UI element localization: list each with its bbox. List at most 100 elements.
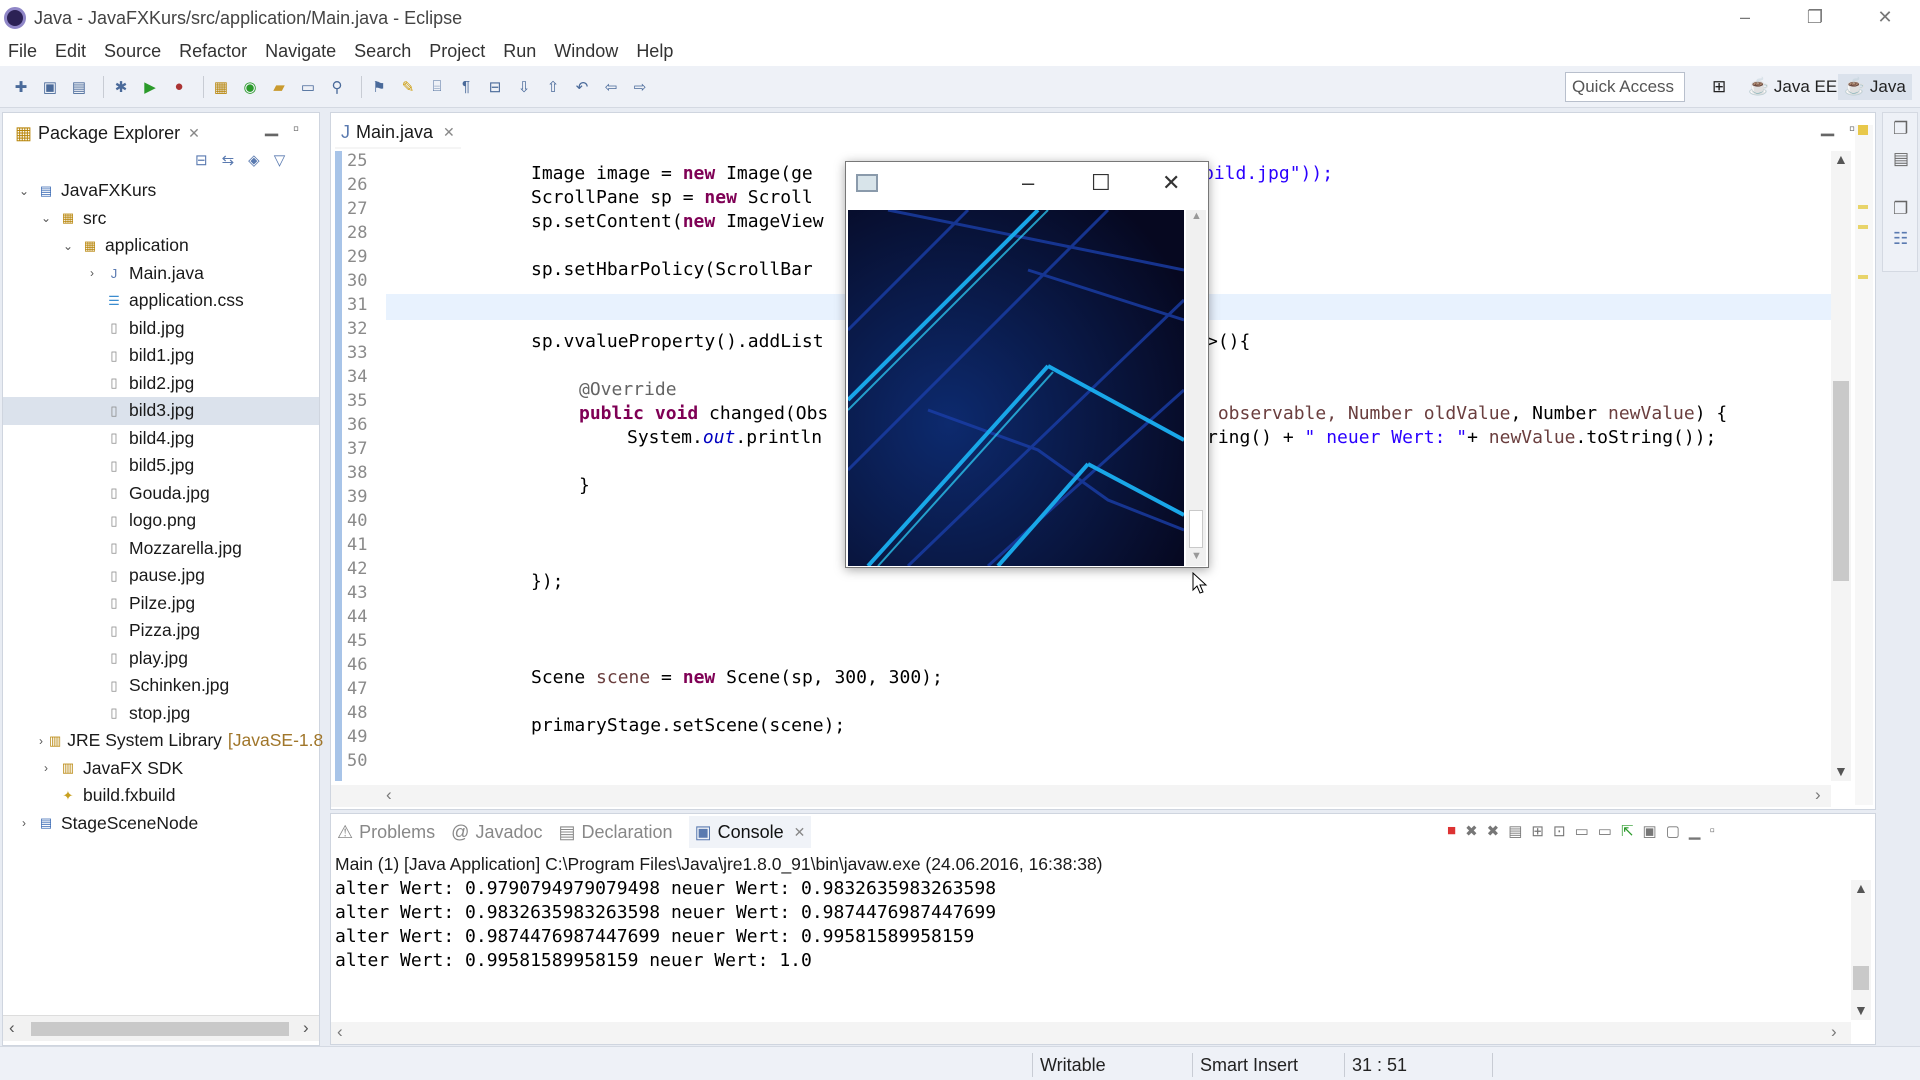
scroll-down-icon[interactable]: ▼ bbox=[1191, 550, 1202, 562]
back-icon[interactable]: ⇦ bbox=[600, 76, 622, 98]
save-all-icon[interactable]: ▤ bbox=[68, 76, 90, 98]
tree-item[interactable]: › ▥ JRE System Library [JavaSE-1.8 bbox=[3, 727, 323, 755]
close-button[interactable]: ✕ bbox=[1850, 0, 1920, 34]
tree-item[interactable]: ▯ Pilze.jpg bbox=[3, 590, 319, 618]
tree-item[interactable]: ▯ stop.jpg bbox=[3, 700, 319, 728]
tab-javadoc[interactable]: @ Javadoc bbox=[451, 816, 542, 848]
scroll-up-icon[interactable]: ▲ bbox=[1191, 210, 1202, 222]
scroll-left-icon[interactable]: ‹ bbox=[9, 1018, 15, 1038]
tab-declaration[interactable]: ▤ Declaration bbox=[559, 816, 673, 848]
editor-vertical-scrollbar[interactable]: ▲ ▼ bbox=[1831, 151, 1851, 781]
block-selection-icon[interactable]: ⌸ bbox=[426, 76, 448, 98]
scroll-thumb[interactable] bbox=[1189, 510, 1203, 548]
open-task-icon[interactable]: ▭ bbox=[297, 76, 319, 98]
scroll-up-icon[interactable]: ▲ bbox=[1834, 151, 1848, 167]
remove-launch-icon[interactable]: ✖ bbox=[1465, 822, 1478, 840]
collapse-all-icon[interactable]: ⊟ bbox=[195, 151, 208, 169]
chevron-right-icon[interactable]: › bbox=[39, 761, 53, 775]
debug-icon[interactable]: ✱ bbox=[110, 76, 132, 98]
restore-icon[interactable]: ❐ bbox=[1893, 199, 1908, 219]
new-class-icon[interactable]: ◉ bbox=[239, 76, 261, 98]
code-line-27-tail[interactable]: bild.jpg")); bbox=[1203, 163, 1333, 184]
code-line-34[interactable]: sp.vvalueProperty().addList bbox=[531, 331, 824, 352]
tree-item[interactable]: ▯ bild.jpg bbox=[3, 315, 319, 343]
close-icon[interactable]: ✕ bbox=[443, 124, 455, 141]
code-line-28[interactable]: ScrollPane sp = new Scroll bbox=[531, 187, 813, 208]
tree-item[interactable]: ▯ Pizza.jpg bbox=[3, 617, 319, 645]
horizontal-scrollbar[interactable]: ‹ › bbox=[3, 1015, 319, 1041]
code-line-36[interactable]: @Override bbox=[579, 379, 677, 400]
terminal-icon[interactable]: ⊟ bbox=[484, 76, 506, 98]
tree-item[interactable]: ☰ application.css bbox=[3, 287, 319, 315]
display-console-icon[interactable]: ▣ bbox=[1643, 822, 1657, 840]
javafx-window[interactable]: – ☐ ✕ ▲ ▼ bbox=[845, 161, 1209, 568]
minimize-view-icon[interactable]: ▁ bbox=[265, 117, 278, 137]
restore-icon[interactable]: ❐ bbox=[1893, 119, 1908, 139]
open-console-icon[interactable]: ▢ bbox=[1666, 822, 1680, 840]
forward-icon[interactable]: ⇨ bbox=[629, 76, 651, 98]
toggle-highlight-icon[interactable]: ✎ bbox=[397, 76, 419, 98]
clear-console-icon[interactable]: ▤ bbox=[1508, 822, 1522, 840]
menu-search[interactable]: Search bbox=[354, 41, 411, 62]
outline-icon[interactable]: ▤ bbox=[1893, 149, 1909, 169]
scroll-thumb[interactable] bbox=[1853, 966, 1869, 990]
scroll-left-icon[interactable]: ‹ bbox=[337, 1022, 343, 1042]
annotation-marker[interactable] bbox=[1858, 275, 1868, 279]
chevron-down-icon[interactable]: ⌄ bbox=[17, 184, 31, 198]
console-vertical-scrollbar[interactable]: ▲ ▼ bbox=[1851, 880, 1871, 1020]
minimize-editor-icon[interactable]: ▁ bbox=[1821, 117, 1834, 137]
tree-item[interactable]: ▯ bild3.jpg bbox=[3, 397, 319, 425]
scroll-thumb[interactable] bbox=[1833, 381, 1849, 581]
menu-run[interactable]: Run bbox=[503, 41, 536, 62]
terminate-icon[interactable]: ■ bbox=[1447, 822, 1456, 840]
prev-annotation-icon[interactable]: ⇧ bbox=[542, 76, 564, 98]
tree-item[interactable]: ▯ play.jpg bbox=[3, 645, 319, 673]
tree-item[interactable]: ▯ Mozzarella.jpg bbox=[3, 535, 319, 563]
code-line-44[interactable]: }); bbox=[531, 571, 564, 592]
code-line-31[interactable]: sp.setHbarPolicy(ScrollBar bbox=[531, 259, 813, 280]
javafx-title-bar[interactable]: – ☐ ✕ bbox=[846, 162, 1208, 208]
maximize-view-icon[interactable]: ▫ bbox=[1709, 822, 1714, 840]
search-icon[interactable]: ⚲ bbox=[326, 76, 348, 98]
close-button[interactable]: ✕ bbox=[1162, 170, 1180, 196]
tree-item[interactable]: ▯ bild4.jpg bbox=[3, 425, 319, 453]
menu-source[interactable]: Source bbox=[104, 41, 161, 62]
restore-button[interactable]: ❐ bbox=[1780, 0, 1850, 34]
editor-horizontal-scrollbar[interactable]: ‹ › bbox=[331, 785, 1831, 807]
open-type-icon[interactable]: ▰ bbox=[268, 76, 290, 98]
link-editor-icon[interactable]: ⇆ bbox=[222, 151, 235, 169]
tree-item[interactable]: ▯ bild2.jpg bbox=[3, 370, 319, 398]
code-line-50[interactable]: primaryStage.setScene(scene); bbox=[531, 715, 845, 736]
code-line-48[interactable]: Scene scene = new Scene(sp, 300, 300); bbox=[531, 667, 943, 688]
save-icon[interactable]: ▣ bbox=[39, 76, 61, 98]
perspective-java[interactable]: ☕ Java bbox=[1838, 74, 1912, 100]
show-stdout-icon[interactable]: ▭ bbox=[1575, 822, 1589, 840]
code-line-37[interactable]: public void changed(Obs bbox=[579, 403, 828, 424]
tree-item[interactable]: ▯ pause.jpg bbox=[3, 562, 319, 590]
tree-item[interactable]: › ▥ JavaFX SDK bbox=[3, 755, 319, 783]
tab-main-java[interactable]: J Main.java ✕ bbox=[335, 117, 461, 149]
word-wrap-icon[interactable]: ⊡ bbox=[1553, 822, 1566, 840]
open-perspective-icon[interactable]: ⊞ bbox=[1706, 74, 1732, 100]
console-horizontal-scrollbar[interactable]: ‹ › bbox=[331, 1022, 1851, 1044]
scroll-right-icon[interactable]: › bbox=[1831, 1022, 1837, 1042]
minimize-view-icon[interactable]: ▁ bbox=[1689, 822, 1701, 840]
toggle-mark-icon[interactable]: ⚑ bbox=[368, 76, 390, 98]
tab-problems[interactable]: ⚠ Problems bbox=[337, 816, 435, 848]
code-line-37-tail[interactable]: observable, Number oldValue, Number newV… bbox=[1207, 403, 1727, 424]
tab-package-explorer[interactable]: ▦ Package Explorer ✕ bbox=[9, 117, 206, 149]
menu-window[interactable]: Window bbox=[554, 41, 618, 62]
tree-item[interactable]: ▯ bild1.jpg bbox=[3, 342, 319, 370]
scroll-right-icon[interactable]: › bbox=[1815, 785, 1821, 805]
scroll-lock-icon[interactable]: ⊞ bbox=[1531, 822, 1544, 840]
task-list-icon[interactable]: ☷ bbox=[1893, 229, 1908, 249]
annotation-marker[interactable] bbox=[1858, 225, 1868, 229]
next-annotation-icon[interactable]: ⇩ bbox=[513, 76, 535, 98]
tree-item[interactable]: ▯ Gouda.jpg bbox=[3, 480, 319, 508]
view-menu-icon[interactable]: ▽ bbox=[274, 151, 286, 169]
scroll-left-icon[interactable]: ‹ bbox=[386, 785, 392, 805]
close-icon[interactable]: ✕ bbox=[188, 125, 200, 142]
code-line-34-tail[interactable]: >(){ bbox=[1207, 331, 1250, 352]
chevron-right-icon[interactable]: › bbox=[39, 734, 43, 748]
menu-edit[interactable]: Edit bbox=[55, 41, 86, 62]
